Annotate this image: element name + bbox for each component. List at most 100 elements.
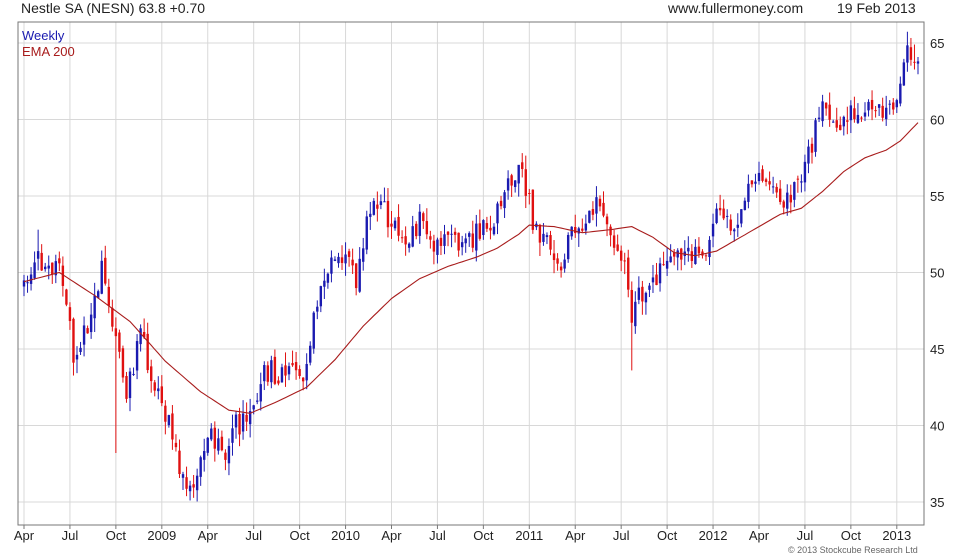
candle <box>100 250 103 295</box>
candle <box>132 367 135 376</box>
price-chart[interactable]: 35 40 45 50 55 60 65 Apr Jul Oct 2009 Apr Jul Oct 2010… <box>0 0 980 560</box>
candle-body <box>305 363 308 381</box>
x-tick-label: Oct <box>473 528 494 543</box>
candle-body <box>104 257 107 284</box>
candle <box>725 209 729 229</box>
candle <box>877 104 881 117</box>
candle <box>263 361 266 391</box>
candle-body <box>125 376 128 399</box>
candle <box>538 223 542 256</box>
candle-body <box>740 209 743 224</box>
candle-body <box>33 262 36 279</box>
candle-body <box>287 366 291 375</box>
candle-body <box>418 211 421 236</box>
candle-body <box>708 239 711 258</box>
candle-body <box>588 210 591 223</box>
candle-body <box>718 207 722 211</box>
candle <box>241 400 245 440</box>
candle <box>634 291 637 334</box>
candle <box>280 363 284 383</box>
candle-body <box>234 414 238 428</box>
candle <box>365 210 368 255</box>
candle-body <box>383 201 386 203</box>
candle <box>436 237 439 264</box>
candle-body <box>814 120 817 152</box>
candle-body <box>602 202 605 216</box>
x-tick-label: Oct <box>290 528 311 543</box>
candle-body <box>100 260 103 294</box>
candle-body <box>111 307 114 327</box>
candle <box>393 217 397 231</box>
candle <box>559 262 563 278</box>
candle-body <box>422 213 425 222</box>
candle <box>906 31 909 72</box>
candle <box>224 449 227 471</box>
candle <box>651 264 655 293</box>
candle <box>379 194 383 210</box>
candle-body <box>365 216 368 250</box>
candle-body <box>280 367 284 383</box>
candle <box>485 216 489 233</box>
candle-body <box>768 181 771 185</box>
candle <box>524 155 527 209</box>
candle-body <box>75 354 79 360</box>
x-tick-label: 2013 <box>882 528 911 543</box>
legend-weekly: Weekly <box>22 28 65 43</box>
candle-body <box>828 104 831 120</box>
candle <box>683 240 686 266</box>
candle-body <box>563 259 566 269</box>
candle-body <box>139 328 142 345</box>
candle-body <box>616 244 619 251</box>
candle <box>118 329 121 359</box>
candle <box>521 153 524 178</box>
candle-body <box>906 45 909 63</box>
candle <box>36 229 40 271</box>
y-tick-label: 35 <box>930 495 944 510</box>
candle-body <box>552 253 556 261</box>
candle <box>475 214 478 262</box>
candle-body <box>909 47 913 60</box>
candle-body <box>344 254 347 264</box>
candle <box>863 102 867 122</box>
x-tick-label: 2009 <box>147 528 176 543</box>
candle-body <box>72 318 75 363</box>
candle <box>199 455 202 486</box>
candle-body <box>499 200 503 207</box>
candle-body <box>761 169 764 181</box>
candle-body <box>217 438 220 451</box>
y-tick-label: 60 <box>930 113 944 128</box>
candle-body <box>842 116 845 127</box>
candle-body <box>860 117 863 119</box>
candle <box>323 268 326 299</box>
candle <box>602 191 605 218</box>
candle <box>157 376 160 400</box>
candle-body <box>485 223 489 229</box>
candle <box>570 226 573 240</box>
candle-body <box>711 223 715 237</box>
x-tick-label: 2012 <box>699 528 728 543</box>
candle-body <box>644 292 648 303</box>
candle-body <box>619 250 623 261</box>
candle <box>856 103 860 124</box>
candle-body <box>326 273 330 283</box>
candle-body <box>457 232 460 251</box>
candle <box>552 240 556 274</box>
candle-body <box>870 99 874 110</box>
candle-body <box>393 220 397 229</box>
x-tick-label: Apr <box>14 528 35 543</box>
candle-body <box>750 180 754 185</box>
candle <box>68 302 72 330</box>
candle <box>372 198 376 216</box>
candle-body <box>471 233 474 248</box>
candle-body <box>591 209 595 215</box>
candle <box>800 174 803 193</box>
candle <box>273 349 277 386</box>
candle <box>482 219 485 240</box>
candle <box>330 250 333 283</box>
candle-body <box>793 182 796 200</box>
candle <box>913 44 916 70</box>
candle <box>648 282 651 298</box>
candle-body <box>252 405 255 410</box>
candle-body <box>538 224 542 243</box>
candle <box>916 56 920 75</box>
